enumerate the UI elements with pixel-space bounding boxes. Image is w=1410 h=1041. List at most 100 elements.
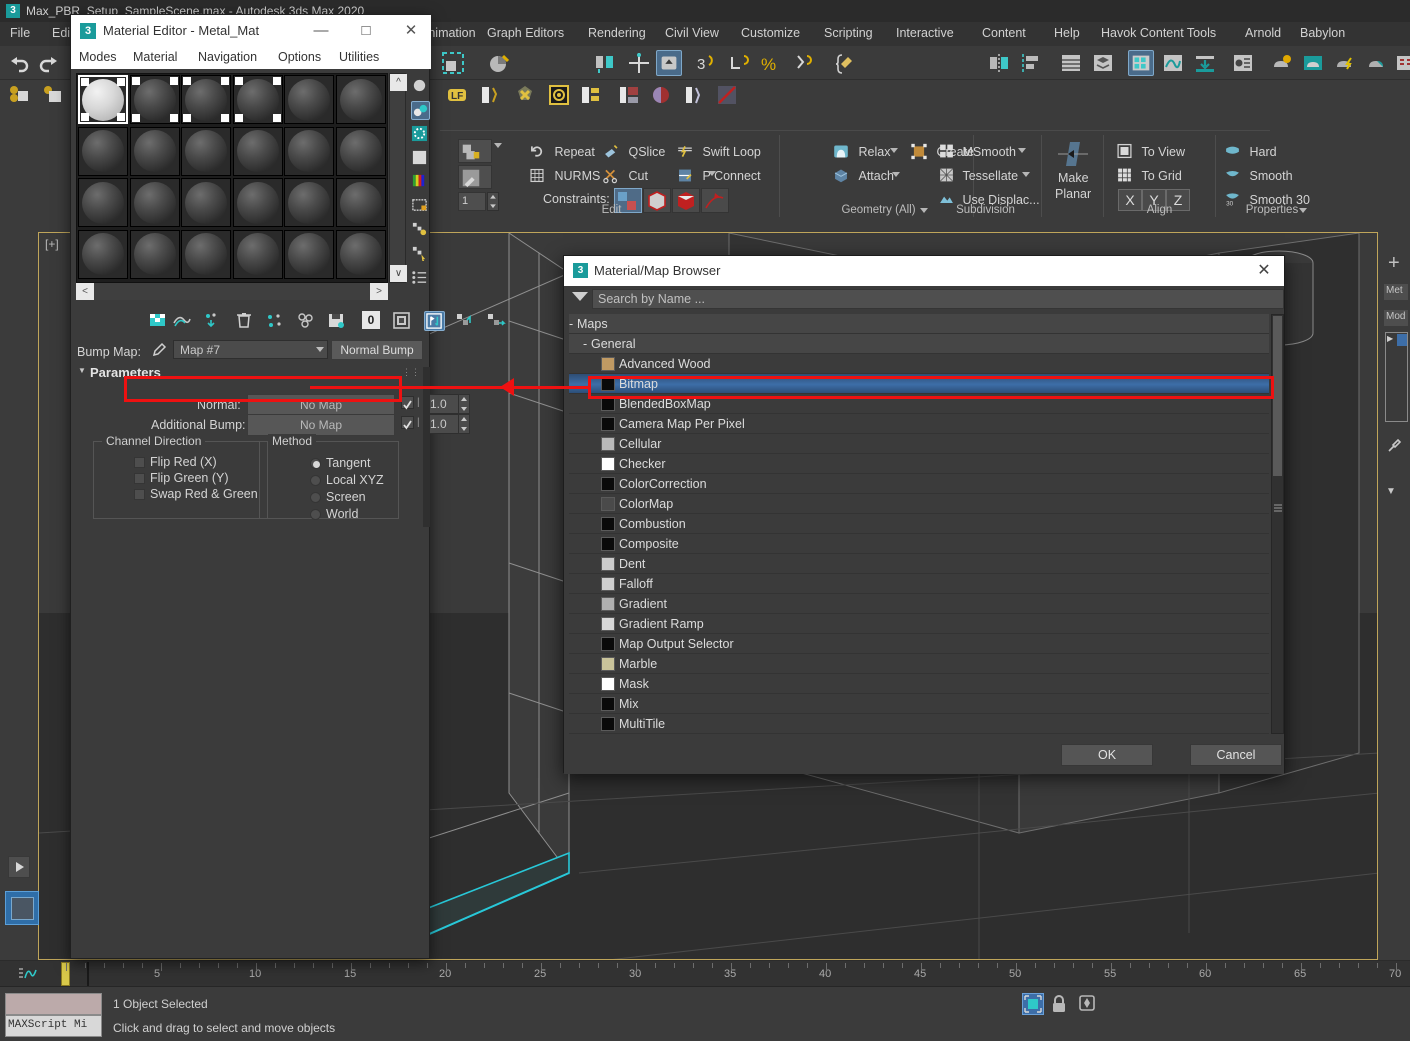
material-slot-1[interactable]: [130, 75, 180, 124]
material-slot-20[interactable]: [181, 230, 231, 279]
manage-scene-states-icon[interactable]: [478, 82, 504, 108]
map-list-item[interactable]: Composite: [569, 534, 1269, 554]
sample-uv-tiling-icon[interactable]: [411, 149, 430, 168]
render-activeshade-icon[interactable]: [1364, 50, 1390, 76]
material-id-channel-icon[interactable]: [411, 269, 430, 288]
search-input[interactable]: Search by Name ...: [592, 289, 1284, 309]
redo-icon[interactable]: [36, 50, 62, 76]
material-slots-grid[interactable]: [76, 73, 388, 283]
additional-bump-map-button[interactable]: No Map: [247, 414, 395, 436]
map-list-item[interactable]: Cellular: [569, 434, 1269, 454]
menu-item-help[interactable]: Help: [1054, 26, 1080, 40]
map-group-row[interactable]: -General: [569, 334, 1269, 354]
map-list-item[interactable]: ColorMap: [569, 494, 1269, 514]
material-slot-23[interactable]: [336, 230, 386, 279]
menu-item-interactive[interactable]: Interactive: [896, 26, 954, 40]
material-slot-6[interactable]: [78, 127, 128, 176]
ribbon-relax-icon[interactable]: Relax: [832, 143, 890, 160]
align-pivot-icon[interactable]: [592, 50, 618, 76]
play-animation-button[interactable]: [8, 856, 30, 878]
material-slot-5[interactable]: [336, 75, 386, 124]
scroll-right-icon[interactable]: >: [370, 283, 388, 300]
bump-map-dropdown[interactable]: Map #7: [173, 340, 328, 359]
parameters-scrollbar[interactable]: [423, 367, 430, 527]
map-list-item[interactable]: Map Output Selector: [569, 634, 1269, 654]
modifier-stack-list[interactable]: ▶: [1385, 332, 1408, 422]
material-slot-18[interactable]: [78, 230, 128, 279]
named-selection-sets-icon[interactable]: [832, 50, 858, 76]
map-list-item[interactable]: Gradient: [569, 594, 1269, 614]
spinner-snap-icon[interactable]: %: [758, 50, 784, 76]
material-slot-11[interactable]: [336, 127, 386, 176]
normal-bump-type-button[interactable]: Normal Bump: [331, 340, 423, 360]
video-color-check-icon[interactable]: [411, 173, 430, 192]
group-expand-icon[interactable]: -: [569, 317, 573, 331]
get-material-icon[interactable]: [149, 311, 170, 331]
make-planar-icon[interactable]: [1056, 139, 1092, 169]
me-menu-item-utilities[interactable]: Utilities: [339, 50, 379, 64]
menu-item-havok-content-tools[interactable]: Havok Content Tools: [1101, 26, 1216, 40]
material-slot-0[interactable]: [78, 75, 128, 124]
make-unique-icon[interactable]: [296, 311, 317, 331]
render-iterative-icon[interactable]: [1332, 50, 1358, 76]
ok-button[interactable]: OK: [1061, 744, 1153, 766]
ribbon-hard-icon[interactable]: Hard: [1224, 143, 1277, 159]
curve-editor-icon[interactable]: [1160, 50, 1186, 76]
map-list-item[interactable]: MultiTile: [569, 714, 1269, 734]
assign-material-to-selection-icon[interactable]: [203, 311, 224, 331]
snaps-toggle-icon[interactable]: [656, 50, 682, 76]
method-world-radio[interactable]: [310, 509, 321, 520]
normal-amount-spinner[interactable]: [458, 394, 470, 414]
put-material-to-scene-icon[interactable]: [172, 311, 193, 331]
method-tangent-radio[interactable]: [310, 458, 321, 469]
me-menu-item-navigation[interactable]: Navigation: [198, 50, 257, 64]
group-expand-icon[interactable]: -: [583, 337, 587, 351]
go-to-parent-icon[interactable]: [455, 311, 476, 331]
map-list-item[interactable]: Advanced Wood: [569, 354, 1269, 374]
material-slot-3[interactable]: [233, 75, 283, 124]
normal-enable-checkbox[interactable]: [401, 396, 414, 409]
material-slots-hscrollbar[interactable]: < >: [76, 283, 388, 300]
material-slot-14[interactable]: [181, 178, 231, 227]
paint-deform-button[interactable]: [458, 165, 492, 189]
material-slot-8[interactable]: [181, 127, 231, 176]
material-slot-2[interactable]: [181, 75, 231, 124]
selection-lock-icon[interactable]: [1022, 993, 1044, 1015]
time-slider-ruler[interactable]: 510152025303540455055606570: [0, 961, 1410, 987]
no-mapping-icon[interactable]: [714, 82, 740, 108]
ribbon-nurms-icon[interactable]: NURMS: [528, 167, 600, 184]
close-icon[interactable]: ✕: [1252, 261, 1276, 281]
material-slot-9[interactable]: [233, 127, 283, 176]
material-slot-17[interactable]: [336, 178, 386, 227]
material-slot-15[interactable]: [233, 178, 283, 227]
map-list-item[interactable]: Dent: [569, 554, 1269, 574]
map-list-item[interactable]: Checker: [569, 454, 1269, 474]
menu-item-rendering[interactable]: Rendering: [588, 26, 646, 40]
scroll-down-icon[interactable]: ∨: [390, 265, 407, 282]
menu-item-arnold[interactable]: Arnold: [1245, 26, 1281, 40]
select-by-material-icon[interactable]: [411, 245, 430, 264]
put-to-library-icon[interactable]: [327, 311, 348, 331]
cancel-button[interactable]: Cancel: [1190, 744, 1282, 766]
ribbon-attach-icon[interactable]: Attach: [832, 167, 894, 184]
viewport-label[interactable]: [+]: [45, 237, 59, 251]
menu-item-content[interactable]: Content: [982, 26, 1026, 40]
menu-item-scripting[interactable]: Scripting: [824, 26, 873, 40]
layer-manager-icon[interactable]: [1058, 50, 1084, 76]
ribbon-swift-loop-icon[interactable]: Swift Loop: [676, 143, 761, 160]
material-id-channel-icon[interactable]: 0: [362, 311, 383, 331]
scroll-left-icon[interactable]: <: [76, 283, 94, 300]
ribbon-tessellate-icon[interactable]: Tessellate: [938, 167, 1018, 183]
maxscript-listener-box[interactable]: [5, 993, 102, 1015]
material-slot-12[interactable]: [78, 178, 128, 227]
edit-named-selection-icon[interactable]: [790, 50, 816, 76]
material-slot-4[interactable]: [284, 75, 334, 124]
make-preview-icon[interactable]: [411, 197, 430, 216]
reaction-manager-icon[interactable]: [682, 82, 708, 108]
asset-tracking-icon[interactable]: [1392, 50, 1410, 76]
menu-item-file[interactable]: File: [10, 26, 30, 40]
material-sphere-icon[interactable]: [648, 82, 674, 108]
ribbon-repeat-icon[interactable]: Repeat: [528, 143, 595, 160]
material-editor-icon[interactable]: [1128, 50, 1154, 76]
additional-bump-amount-spinner[interactable]: [458, 414, 470, 434]
